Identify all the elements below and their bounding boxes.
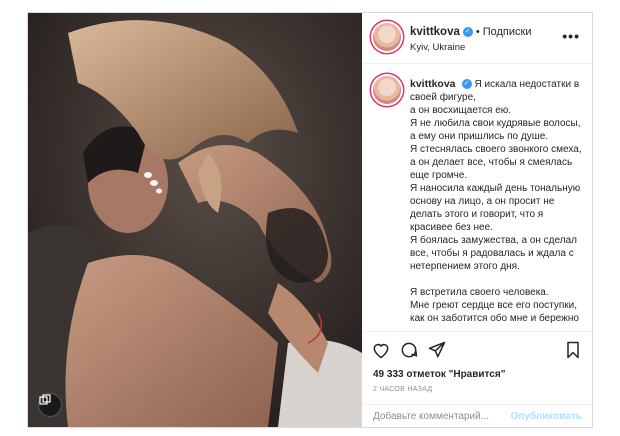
location-link[interactable]: Kyiv, Ukraine <box>410 42 465 53</box>
caption-gap <box>410 273 582 286</box>
caption-line: Мне греют сердце все его поступки, как о… <box>410 300 579 324</box>
comment-icon[interactable] <box>399 340 419 360</box>
caption-line: Я боялась замужества, а он сделал все, ч… <box>410 235 577 272</box>
multiple-images-icon <box>38 393 62 417</box>
caption-area: kvittkova ✓ Я искала недостатки в своей фи… <box>363 64 592 330</box>
caption-line: а он восхищается ею. <box>410 105 512 116</box>
post-photo[interactable] <box>28 13 362 427</box>
post-header: kvittkova ✓ • Подписки Kyiv, Ukraine ••• <box>363 13 592 64</box>
more-options-icon[interactable]: ••• <box>562 29 580 43</box>
caption-line: Я встретила своего человека. <box>410 287 549 298</box>
caption-username[interactable]: kvittkova <box>410 78 456 90</box>
bookmark-icon[interactable] <box>563 340 583 360</box>
action-bar <box>363 331 592 368</box>
share-icon[interactable] <box>427 340 447 360</box>
caption-text: kvittkova ✓ Я искала недостатки в своей фи… <box>410 78 582 325</box>
comment-box: Добавьте комментарий... Опубликовать <box>363 404 592 428</box>
post-time[interactable]: 2 ЧАСОВ НАЗАД <box>373 386 432 393</box>
follow-status-button[interactable]: Подписки <box>483 26 532 38</box>
heart-icon[interactable] <box>371 340 391 360</box>
post-card: kvittkova ✓ • Подписки Kyiv, Ukraine ••• kv… <box>27 12 593 428</box>
caption-avatar[interactable] <box>373 76 401 104</box>
caption-line: Я стеснялась своего звонкого смеха, а он… <box>410 144 582 181</box>
likes-count[interactable]: 49 333 отметок "Нравится" <box>373 369 505 380</box>
caption-line: Я не любила свои кудрявые волосы, а ему … <box>410 118 581 142</box>
separator-dot: • <box>475 26 480 38</box>
comment-input[interactable]: Добавьте комментарий... <box>373 411 489 422</box>
post-sidebar: kvittkova ✓ • Подписки Kyiv, Ukraine ••• kv… <box>363 13 592 427</box>
photo-illustration <box>28 13 362 427</box>
header-top-line: kvittkova ✓ • Подписки <box>410 26 531 38</box>
verified-badge-icon: ✓ <box>462 27 473 38</box>
header-username[interactable]: kvittkova <box>410 26 460 38</box>
publish-button[interactable]: Опубликовать <box>511 411 582 422</box>
caption-line: Я наносила каждый день тональную основу … <box>410 183 581 233</box>
avatar[interactable] <box>373 23 401 51</box>
verified-badge-icon: ✓ <box>461 79 472 90</box>
caption-line: kvittkova ✓ Я искала недостатки в своей фи… <box>410 78 582 104</box>
